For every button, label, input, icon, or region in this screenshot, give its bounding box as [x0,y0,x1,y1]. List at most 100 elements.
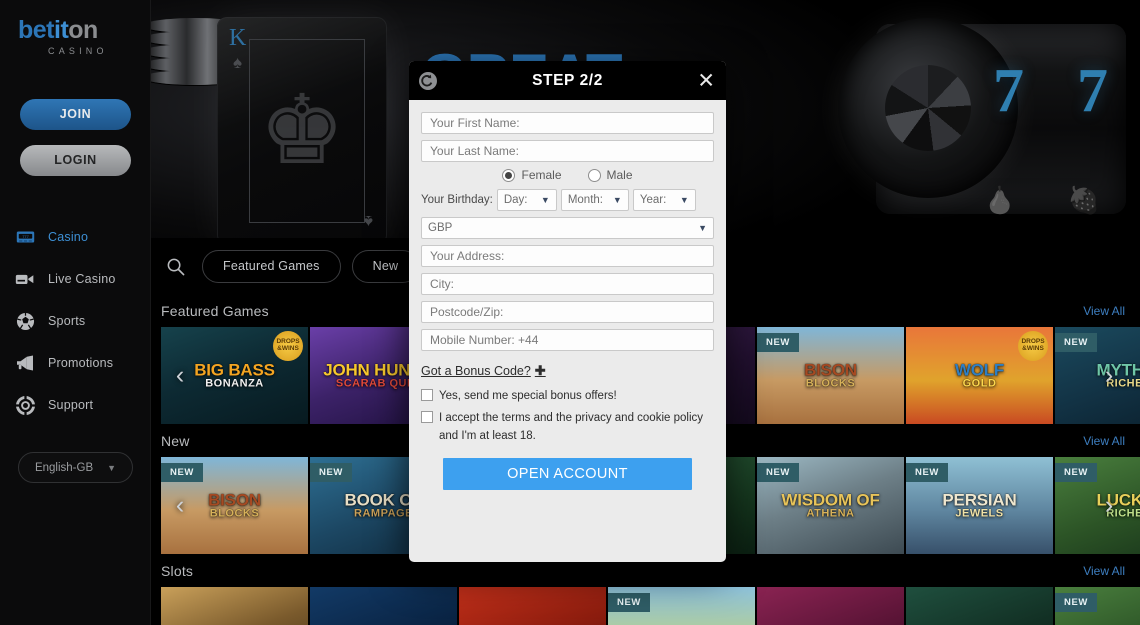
registration-form: Female Male Your Birthday: Day: ▼ Month: [409,100,726,490]
casino-page: betiton CASINO JOIN LOGIN 777 Casino Liv… [0,0,1140,625]
game-tile[interactable]: NEW [608,587,755,625]
month-value: Month: [567,194,603,206]
first-name-field[interactable] [421,112,714,134]
section-title: Featured Games [161,303,269,319]
brand-on: on [68,16,98,44]
postcode-field[interactable] [421,301,714,323]
join-button[interactable]: JOIN [20,99,131,130]
slot-seven-1: 7 [993,57,1024,125]
sidebar-item-promotions[interactable]: Promotions [0,342,150,384]
view-all-slots[interactable]: View All [1083,564,1125,578]
section-title: New [161,433,190,449]
sidebar-item-label: Live Casino [48,272,116,286]
game-tile[interactable]: NEW [1055,587,1140,625]
game-tile[interactable] [757,587,904,625]
game-tile[interactable]: DROPS &WINS WOLF GOLD [906,327,1053,424]
back-circle-icon[interactable] [417,70,439,92]
brand-subtitle: CASINO [48,46,108,56]
game-thumbnail [757,587,904,625]
new-badge: NEW [161,463,203,482]
registration-modal: STEP 2/2 ✕ Female Male You [409,61,726,562]
radio-male-icon[interactable] [587,168,601,182]
chevron-down-icon: ▼ [612,195,622,205]
strawberry-icon: 🍓 [1067,185,1100,215]
carousel-next-icon[interactable]: › [1094,361,1124,391]
king-figure-icon: ♚ [258,77,346,184]
game-thumbnail [161,587,308,625]
gender-label-female: Female [521,168,562,182]
sidebar-item-live-casino[interactable]: Live Casino [0,258,150,300]
birthday-month-select[interactable]: Month: ▼ [560,189,629,211]
new-badge: NEW [1055,593,1097,612]
gender-option-male[interactable]: Male [587,168,633,182]
carousel-next-icon[interactable]: › [1094,491,1124,521]
game-tile[interactable] [906,587,1053,625]
bonus-code-label: Got a Bonus Code? [421,364,531,378]
roulette-wheel-icon [838,18,1018,198]
currency-value: GBP [428,222,453,234]
radio-female-icon[interactable] [502,168,516,182]
brand-logo[interactable]: betiton CASINO [0,0,150,57]
last-name-field[interactable] [421,140,714,162]
open-account-button[interactable]: OPEN ACCOUNT [443,457,692,490]
terms-checkbox[interactable] [421,411,433,424]
new-badge: NEW [1055,333,1097,352]
mobile-number-field[interactable] [421,329,714,351]
game-thumbnail [310,587,457,625]
offers-label: Yes, send me special bonus offers! [439,390,617,402]
game-thumbnail [906,587,1053,625]
sidebar-item-casino[interactable]: 777 Casino [0,216,150,258]
carousel-prev-icon[interactable]: ‹ [165,491,195,521]
sidebar-item-label: Promotions [48,356,114,370]
lifebuoy-icon [14,394,36,416]
login-button[interactable]: LOGIN [20,145,131,176]
new-badge: NEW [310,463,352,482]
gender-radio-group: Female Male [421,168,714,182]
slot-seven-2: 7 [1077,57,1108,125]
section-title: Slots [161,563,194,579]
brand-logo-text: betiton [18,18,150,43]
video-camera-icon [14,268,36,290]
close-icon[interactable]: ✕ [697,70,715,91]
game-carousel-slots: NEW NEW [151,587,1140,625]
carousel-prev-icon[interactable]: ‹ [165,361,195,391]
sidebar-item-support[interactable]: Support [0,384,150,426]
sidebar: betiton CASINO JOIN LOGIN 777 Casino Liv… [0,0,151,625]
tab-featured-games[interactable]: Featured Games [202,249,341,283]
slot-machine-graphic: 7 7 🍐 🍓 [838,10,1140,228]
birthday-year-select[interactable]: Year: ▼ [632,189,696,211]
king-of-spades-card: K ♠ ♚ ♠ [217,17,387,238]
terms-checkbox-row[interactable]: I accept the terms and the privacy and c… [421,410,714,445]
bonus-code-toggle[interactable]: Got a Bonus Code? ✚ [421,363,546,379]
sidebar-item-sports[interactable]: Sports [0,300,150,342]
language-selector[interactable]: English-GB ▼ [18,452,133,483]
offers-checkbox-row[interactable]: Yes, send me special bonus offers! [421,388,714,405]
game-tile[interactable] [161,587,308,625]
day-value: Day: [503,194,528,206]
offers-checkbox[interactable] [421,389,433,401]
year-value: Year: [639,194,667,206]
game-tile[interactable]: NEW BISON BLOCKS [757,327,904,424]
gender-label-male: Male [606,168,633,182]
birthday-day-select[interactable]: Day: ▼ [496,189,557,211]
game-tile[interactable] [459,587,606,625]
currency-select[interactable]: GBP ▼ [421,217,714,239]
address-field[interactable] [421,245,714,267]
gender-option-female[interactable]: Female [502,168,562,182]
brand-bet: bet [18,16,55,44]
view-all-new[interactable]: View All [1083,434,1125,448]
game-tile[interactable]: NEW WISDOM OF ATHENA [757,457,904,554]
chevron-down-icon: ▼ [679,195,689,205]
new-badge: NEW [608,593,650,612]
new-badge: NEW [906,463,948,482]
city-field[interactable] [421,273,714,295]
search-icon[interactable] [159,250,191,282]
game-tile[interactable] [310,587,457,625]
view-all-featured[interactable]: View All [1083,304,1125,318]
cherry-icon: 🍐 [983,185,1016,215]
brand-it: it [54,16,69,44]
new-badge: NEW [1055,463,1097,482]
sidebar-item-label: Support [48,398,94,412]
game-tile[interactable]: NEW PERSIAN JEWELS [906,457,1053,554]
sidebar-item-label: Casino [48,230,89,244]
